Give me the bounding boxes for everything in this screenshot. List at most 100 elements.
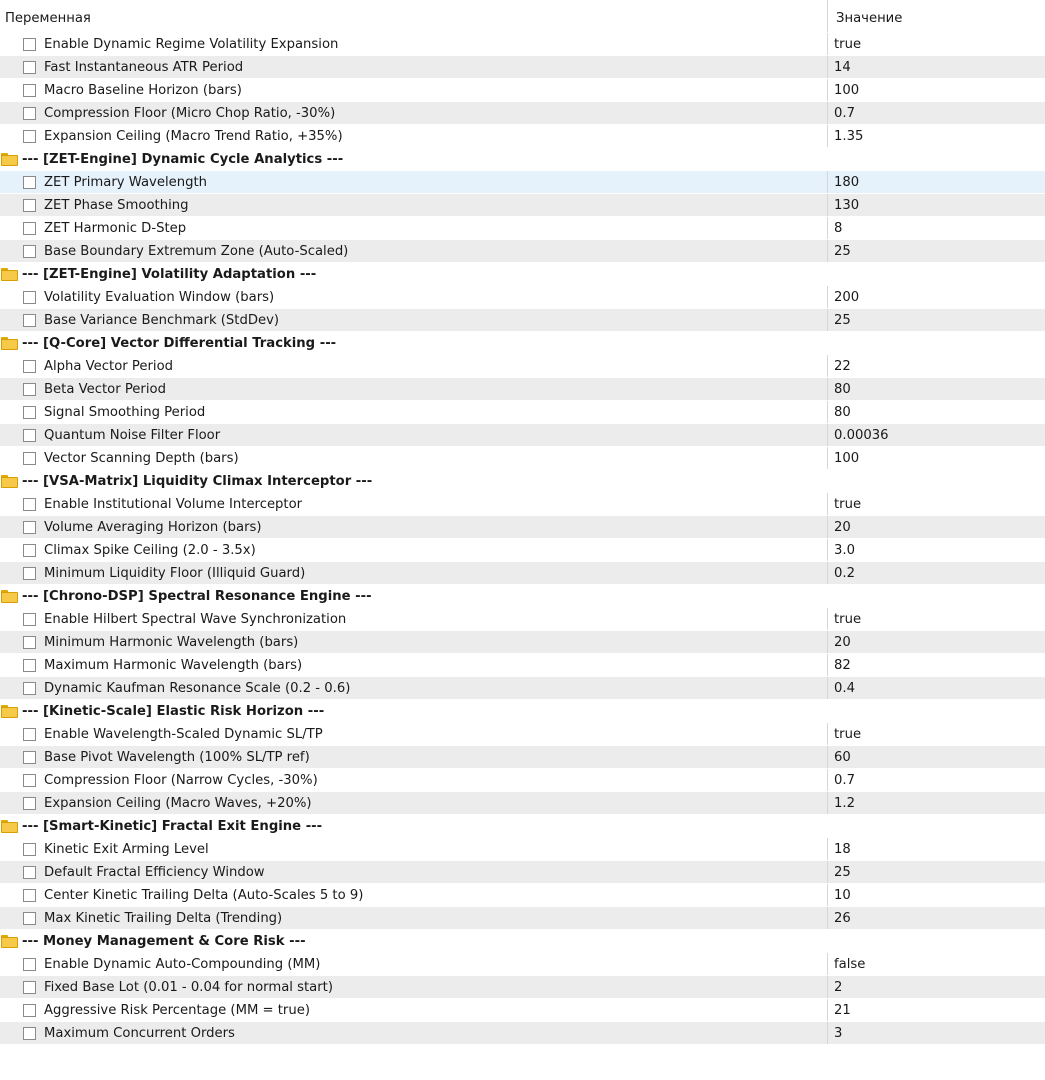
parameter-value[interactable]: 1.35 xyxy=(828,129,863,144)
parameter-value[interactable]: 10 xyxy=(828,888,851,903)
parameter-row[interactable]: Volatility Evaluation Window (bars) 200 xyxy=(0,286,1045,309)
parameter-row[interactable]: Alpha Vector Period 22 xyxy=(0,355,1045,378)
parameter-row[interactable]: ZET Phase Smoothing 130 xyxy=(0,194,1045,217)
parameter-value[interactable]: 0.7 xyxy=(828,106,855,121)
parameter-row[interactable]: Maximum Concurrent Orders 3 xyxy=(0,1022,1045,1045)
parameter-value[interactable]: true xyxy=(828,497,861,512)
group-row[interactable]: --- [ZET-Engine] Dynamic Cycle Analytics… xyxy=(0,148,1045,171)
parameter-checkbox[interactable] xyxy=(23,543,36,557)
parameter-row[interactable]: Aggressive Risk Percentage (MM = true) 21 xyxy=(0,999,1045,1022)
group-row[interactable]: --- [Smart-Kinetic] Fractal Exit Engine … xyxy=(0,815,1045,838)
parameter-row[interactable]: Kinetic Exit Arming Level 18 xyxy=(0,838,1045,861)
parameter-value[interactable]: 18 xyxy=(828,842,851,857)
parameter-checkbox[interactable] xyxy=(23,451,36,465)
parameter-row[interactable]: Enable Dynamic Auto-Compounding (MM) fals… xyxy=(0,953,1045,976)
parameter-row[interactable]: Expansion Ceiling (Macro Waves, +20%) 1.2 xyxy=(0,792,1045,815)
parameter-checkbox[interactable] xyxy=(23,106,36,120)
parameter-value[interactable]: 1.2 xyxy=(828,796,855,811)
parameter-checkbox[interactable] xyxy=(23,566,36,580)
parameter-checkbox[interactable] xyxy=(23,911,36,925)
parameter-value[interactable]: 130 xyxy=(828,198,859,213)
parameter-checkbox[interactable] xyxy=(23,221,36,235)
parameter-value[interactable]: 20 xyxy=(828,520,851,535)
parameter-checkbox[interactable] xyxy=(23,175,36,189)
group-row[interactable]: --- Money Management & Core Risk --- xyxy=(0,930,1045,953)
parameter-value[interactable]: 25 xyxy=(828,313,851,328)
parameter-row[interactable]: Enable Dynamic Regime Volatility Expansi… xyxy=(0,33,1045,56)
parameter-row[interactable]: Compression Floor (Micro Chop Ratio, -30… xyxy=(0,102,1045,125)
parameter-row[interactable]: Maximum Harmonic Wavelength (bars) 82 xyxy=(0,654,1045,677)
parameter-row[interactable]: Center Kinetic Trailing Delta (Auto-Scal… xyxy=(0,884,1045,907)
parameter-row[interactable]: Compression Floor (Narrow Cycles, -30%) 0… xyxy=(0,769,1045,792)
parameter-row[interactable]: Minimum Harmonic Wavelength (bars) 20 xyxy=(0,631,1045,654)
parameter-value[interactable]: 80 xyxy=(828,405,851,420)
parameter-row[interactable]: Vector Scanning Depth (bars) 100 xyxy=(0,447,1045,470)
parameter-checkbox[interactable] xyxy=(23,980,36,994)
parameter-value[interactable]: 22 xyxy=(828,359,851,374)
parameter-value[interactable]: 0.2 xyxy=(828,566,855,581)
folder-icon[interactable] xyxy=(1,589,18,603)
parameter-row[interactable]: ZET Primary Wavelength 180 xyxy=(0,171,1045,194)
parameter-checkbox[interactable] xyxy=(23,497,36,511)
parameter-value[interactable]: 21 xyxy=(828,1003,851,1018)
folder-icon[interactable] xyxy=(1,819,18,833)
parameter-value[interactable]: 100 xyxy=(828,451,859,466)
parameter-value[interactable]: 8 xyxy=(828,221,842,236)
parameter-row[interactable]: Minimum Liquidity Floor (Illiquid Guard)… xyxy=(0,562,1045,585)
parameter-checkbox[interactable] xyxy=(23,359,36,373)
parameter-checkbox[interactable] xyxy=(23,957,36,971)
column-header-value[interactable]: Значение xyxy=(828,0,902,32)
parameter-value[interactable]: 100 xyxy=(828,83,859,98)
parameter-checkbox[interactable] xyxy=(23,1003,36,1017)
folder-icon[interactable] xyxy=(1,934,18,948)
parameter-checkbox[interactable] xyxy=(23,129,36,143)
parameter-row[interactable]: Enable Wavelength-Scaled Dynamic SL/TP tr… xyxy=(0,723,1045,746)
parameter-row[interactable]: Beta Vector Period 80 xyxy=(0,378,1045,401)
parameter-row[interactable]: Fast Instantaneous ATR Period 14 xyxy=(0,56,1045,79)
parameter-value[interactable]: 3 xyxy=(828,1026,842,1041)
parameter-checkbox[interactable] xyxy=(23,635,36,649)
parameter-row[interactable]: Enable Hilbert Spectral Wave Synchroniza… xyxy=(0,608,1045,631)
group-row[interactable]: --- [Chrono-DSP] Spectral Resonance Engi… xyxy=(0,585,1045,608)
parameter-checkbox[interactable] xyxy=(23,37,36,51)
parameter-checkbox[interactable] xyxy=(23,750,36,764)
group-row[interactable]: --- [VSA-Matrix] Liquidity Climax Interc… xyxy=(0,470,1045,493)
parameter-row[interactable]: Fixed Base Lot (0.01 - 0.04 for normal s… xyxy=(0,976,1045,999)
parameter-row[interactable]: Climax Spike Ceiling (2.0 - 3.5x) 3.0 xyxy=(0,539,1045,562)
parameter-checkbox[interactable] xyxy=(23,1026,36,1040)
parameter-checkbox[interactable] xyxy=(23,428,36,442)
parameter-value[interactable]: 80 xyxy=(828,382,851,397)
parameter-row[interactable]: ZET Harmonic D-Step 8 xyxy=(0,217,1045,240)
parameter-value[interactable]: true xyxy=(828,37,861,52)
parameter-value[interactable]: 180 xyxy=(828,175,859,190)
parameter-row[interactable]: Enable Institutional Volume Interceptor t… xyxy=(0,493,1045,516)
folder-icon[interactable] xyxy=(1,267,18,281)
parameter-row[interactable]: Default Fractal Efficiency Window 25 xyxy=(0,861,1045,884)
parameter-value[interactable]: 3.0 xyxy=(828,543,855,558)
folder-icon[interactable] xyxy=(1,704,18,718)
parameter-checkbox[interactable] xyxy=(23,658,36,672)
parameter-value[interactable]: 82 xyxy=(828,658,851,673)
parameter-checkbox[interactable] xyxy=(23,842,36,856)
parameter-row[interactable]: Base Variance Benchmark (StdDev) 25 xyxy=(0,309,1045,332)
parameter-value[interactable]: true xyxy=(828,612,861,627)
parameter-checkbox[interactable] xyxy=(23,60,36,74)
parameter-checkbox[interactable] xyxy=(23,888,36,902)
parameter-row[interactable]: Macro Baseline Horizon (bars) 100 xyxy=(0,79,1045,102)
folder-icon[interactable] xyxy=(1,152,18,166)
parameter-checkbox[interactable] xyxy=(23,313,36,327)
parameter-value[interactable]: 26 xyxy=(828,911,851,926)
parameter-checkbox[interactable] xyxy=(23,865,36,879)
parameter-value[interactable]: 0.00036 xyxy=(828,428,889,443)
parameter-value[interactable]: 2 xyxy=(828,980,842,995)
parameter-row[interactable]: Dynamic Kaufman Resonance Scale (0.2 - 0… xyxy=(0,677,1045,700)
parameter-checkbox[interactable] xyxy=(23,290,36,304)
group-row[interactable]: --- [Kinetic-Scale] Elastic Risk Horizon… xyxy=(0,700,1045,723)
parameter-value[interactable]: 25 xyxy=(828,865,851,880)
parameter-row[interactable]: Signal Smoothing Period 80 xyxy=(0,401,1045,424)
parameter-checkbox[interactable] xyxy=(23,198,36,212)
parameter-checkbox[interactable] xyxy=(23,520,36,534)
parameter-value[interactable]: 25 xyxy=(828,244,851,259)
parameter-row[interactable]: Base Boundary Extremum Zone (Auto-Scaled… xyxy=(0,240,1045,263)
group-row[interactable]: --- [Q-Core] Vector Differential Trackin… xyxy=(0,332,1045,355)
